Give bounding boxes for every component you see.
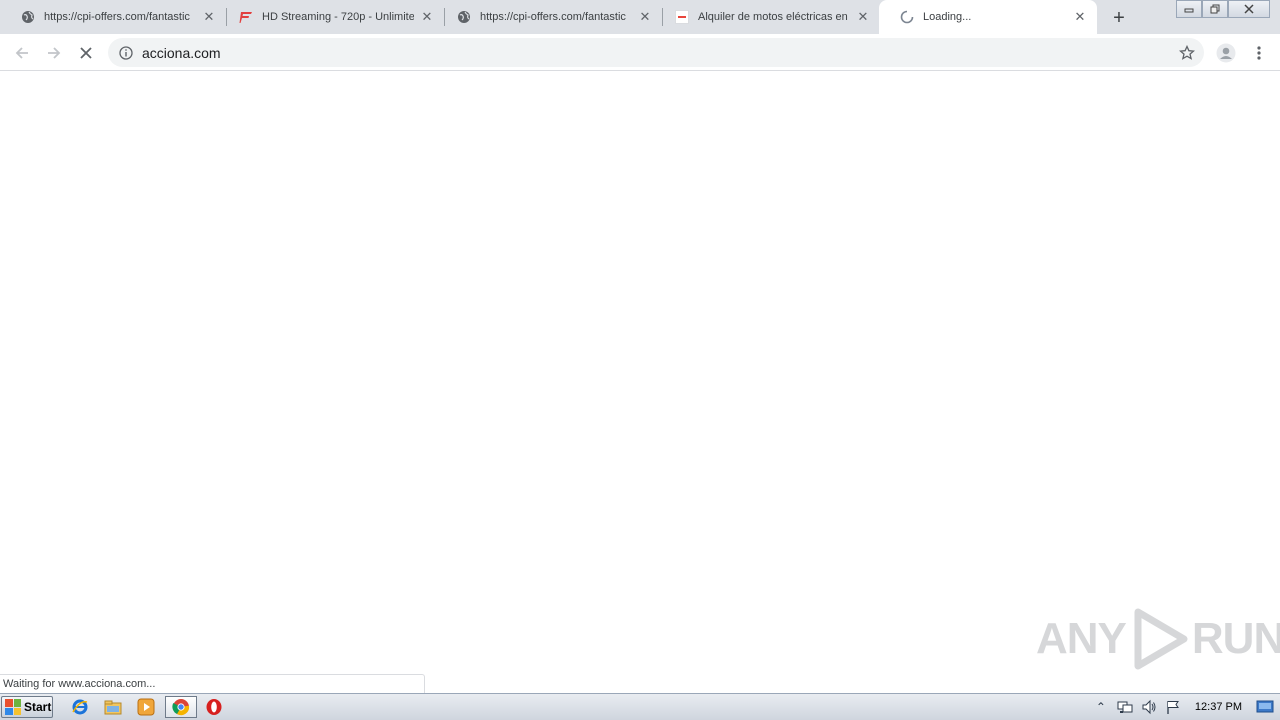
stop-icon — [80, 47, 92, 59]
restore-icon — [1210, 4, 1220, 14]
tab-close-icon[interactable]: ✕ — [1072, 9, 1088, 25]
tab-title: Loading... — [923, 11, 972, 23]
forward-button[interactable] — [41, 40, 67, 66]
tab-title: HD Streaming - 720p - Unlimited — [262, 11, 414, 23]
status-bubble: Waiting for www.acciona.com... — [0, 674, 425, 693]
network-icon[interactable] — [1116, 698, 1134, 716]
close-window-button[interactable] — [1228, 0, 1270, 18]
minimize-icon — [1184, 8, 1194, 13]
back-arrow-icon — [15, 47, 28, 59]
explorer-icon — [104, 700, 122, 715]
plus-icon: + — [1113, 6, 1125, 29]
more-vert-icon — [1257, 46, 1261, 60]
avatar-icon — [1216, 43, 1236, 63]
bookmark-star-icon[interactable] — [1178, 44, 1196, 62]
tab-3[interactable]: https://cpi-offers.com/fantastic ✕ — [436, 0, 662, 34]
system-tray: ⌃ 12:37 PM — [1089, 694, 1280, 720]
tab-close-icon[interactable]: ✕ — [637, 9, 653, 25]
tab-close-icon[interactable]: ✕ — [855, 9, 871, 25]
restore-button[interactable] — [1202, 0, 1228, 18]
play-logo-icon — [1134, 608, 1188, 670]
tab-close-icon[interactable]: ✕ — [201, 9, 217, 25]
tab-4[interactable]: Alquiler de motos eléctricas en M ✕ — [654, 0, 880, 34]
chrome-icon — [172, 699, 190, 716]
taskbar: Start ⌃ 12:37 PM — [0, 693, 1280, 720]
loading-spinner-icon — [899, 9, 915, 25]
explorer-taskbar-button[interactable] — [101, 696, 125, 718]
start-button[interactable]: Start — [1, 696, 53, 718]
site-favicon-icon — [674, 9, 690, 25]
chrome-taskbar-button[interactable] — [165, 696, 197, 718]
ie-taskbar-button[interactable] — [68, 696, 92, 718]
info-icon[interactable] — [118, 45, 134, 61]
globe-icon — [20, 9, 36, 25]
watermark-left-text: ANY — [1036, 614, 1127, 663]
close-icon — [1244, 4, 1254, 14]
browser-toolbar: acciona.com — [0, 34, 1280, 71]
windows-logo-icon — [5, 699, 21, 715]
tab-title: https://cpi-offers.com/fantastic — [44, 11, 190, 23]
opera-taskbar-button[interactable] — [202, 696, 226, 718]
tab-2[interactable]: HD Streaming - 720p - Unlimited ✕ — [218, 0, 444, 34]
profile-button[interactable] — [1213, 40, 1239, 66]
window-controls — [1176, 0, 1270, 18]
volume-icon[interactable] — [1140, 698, 1158, 716]
tab-title: Alquiler de motos eléctricas en M — [698, 11, 850, 23]
url-text[interactable]: acciona.com — [142, 45, 221, 61]
tab-active[interactable]: Loading... ✕ — [879, 0, 1097, 34]
start-label: Start — [24, 700, 52, 714]
new-tab-button[interactable]: + — [1108, 7, 1130, 29]
globe-icon — [456, 9, 472, 25]
tab-close-icon[interactable]: ✕ — [419, 9, 435, 25]
watermark-right-text: RUN — [1191, 614, 1280, 663]
minimize-button[interactable] — [1176, 0, 1202, 18]
action-center-flag-icon[interactable] — [1164, 698, 1182, 716]
streaming-logo-icon — [238, 9, 254, 25]
address-bar[interactable]: acciona.com — [108, 38, 1204, 67]
menu-button[interactable] — [1246, 40, 1272, 66]
stop-loading-button[interactable] — [73, 40, 99, 66]
show-desktop-icon[interactable] — [1256, 700, 1274, 714]
taskbar-clock[interactable]: 12:37 PM — [1195, 701, 1242, 713]
opera-icon — [206, 699, 222, 715]
ie-icon — [72, 699, 88, 715]
tab-title: https://cpi-offers.com/fantastic — [480, 11, 626, 23]
media-player-icon — [137, 698, 155, 716]
tab-1[interactable]: https://cpi-offers.com/fantastic ✕ — [0, 0, 226, 34]
anyrun-watermark: ANY RUN — [1036, 608, 1280, 670]
media-player-taskbar-button[interactable] — [134, 696, 158, 718]
show-hidden-icons-icon[interactable]: ⌃ — [1092, 698, 1110, 716]
back-button[interactable] — [9, 40, 35, 66]
forward-arrow-icon — [48, 47, 61, 59]
page-viewport: ANY RUN Waiting for www.acciona.com... — [0, 72, 1280, 693]
tab-strip: https://cpi-offers.com/fantastic ✕ HD St… — [0, 0, 1280, 34]
